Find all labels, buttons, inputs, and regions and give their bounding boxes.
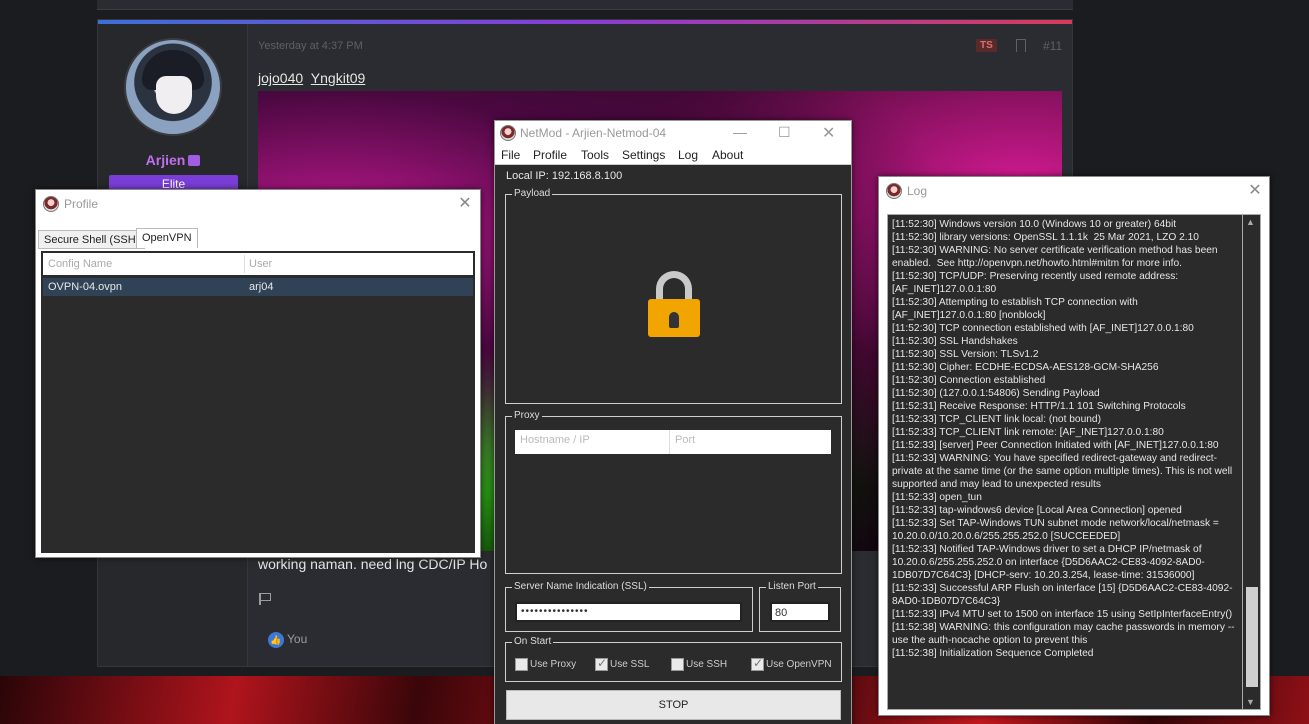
sni-label: Server Name Indication (SSL)	[512, 581, 649, 592]
column-header-user[interactable]: User	[249, 258, 272, 270]
log-titlebar[interactable]: Log ✕	[879, 177, 1269, 205]
menu-about[interactable]: About	[712, 148, 743, 162]
table-row[interactable]: OVPN-04.ovpn arj04	[43, 278, 473, 296]
post-number[interactable]: #11	[1043, 39, 1062, 53]
proxy-label: Proxy	[512, 410, 542, 421]
menu-log[interactable]: Log	[678, 148, 698, 162]
app-icon	[43, 196, 59, 212]
app-icon	[500, 125, 516, 141]
mention-link[interactable]: jojo040	[258, 70, 303, 86]
window-title: NetMod - Arjien-Netmod-04	[520, 126, 667, 140]
log-text: [11:52:30] Windows version 10.0 (Windows…	[892, 219, 1235, 659]
on-start-label: On Start	[512, 636, 554, 647]
post-body-text: working naman. need lng CDC/IP Ho	[258, 556, 488, 572]
listen-port-input[interactable]: 80	[770, 602, 830, 622]
lock-icon	[648, 271, 700, 337]
report-flag-icon[interactable]	[259, 593, 271, 605]
checkbox-label: Use SSH	[686, 659, 728, 670]
on-start-group: On Start Use Proxy Use SSL Use SSH Use O…	[505, 636, 842, 682]
payload-label: Payload	[512, 188, 553, 199]
menu-tools[interactable]: Tools	[581, 148, 609, 162]
menu-settings[interactable]: Settings	[622, 148, 665, 162]
menu-file[interactable]: File	[501, 148, 520, 162]
app-icon	[886, 183, 902, 199]
thread-starter-badge: TS	[976, 39, 997, 52]
scroll-down-icon[interactable]: ▼	[1246, 697, 1255, 707]
listen-port-label: Listen Port	[766, 581, 818, 592]
user-group-icon	[188, 155, 201, 166]
avatar[interactable]	[124, 38, 222, 136]
close-icon[interactable]: ✕	[456, 195, 474, 213]
checkbox-use-ssh[interactable]	[671, 658, 684, 671]
stop-button[interactable]: STOP	[506, 690, 841, 720]
payload-group[interactable]: Payload	[505, 188, 842, 404]
checkbox-label: Use OpenVPN	[766, 659, 832, 670]
window-title: Log	[907, 184, 928, 198]
scrollbar-thumb[interactable]	[1246, 587, 1258, 687]
bookmark-icon[interactable]	[1016, 39, 1026, 52]
local-ip-label: Local IP: 192.168.8.100	[506, 170, 623, 182]
forum-header-bar	[97, 0, 1073, 10]
close-icon[interactable]: ✕	[822, 123, 835, 143]
list-header: Config Name User	[43, 253, 473, 275]
lock-keyhole	[669, 312, 679, 328]
window-title: Profile	[64, 197, 99, 211]
log-window: Log ✕ [11:52:30] Windows version 10.0 (W…	[878, 176, 1270, 716]
username[interactable]: Arjien	[98, 152, 248, 168]
profile-window: Profile ✕ Secure Shell (SSH) OpenVPN Con…	[35, 189, 481, 558]
menu-bar: File Profile Tools Settings Log About	[495, 145, 851, 165]
mention-link[interactable]: Yngkit09	[311, 70, 365, 86]
post-mentions: jojo040 Yngkit09	[258, 70, 369, 86]
sni-group: Server Name Indication (SSL) •••••••••••…	[505, 581, 753, 632]
proxy-host-input[interactable]: Hostname / IP	[515, 430, 670, 454]
tab-ssh[interactable]: Secure Shell (SSH)	[38, 230, 146, 249]
sni-input[interactable]: •••••••••••••••	[515, 602, 742, 622]
maximize-icon[interactable]: ☐	[778, 124, 791, 141]
checkbox-use-ssl[interactable]	[595, 656, 608, 671]
netmod-titlebar[interactable]: NetMod - Arjien-Netmod-04 — ☐ ✕	[495, 121, 851, 145]
likes-list[interactable]: You	[287, 632, 307, 646]
log-scrollbar[interactable]: ▲ ▼	[1243, 214, 1261, 710]
post-timestamp[interactable]: Yesterday at 4:37 PM	[258, 40, 363, 52]
listen-port-group: Listen Port 80	[759, 581, 841, 632]
netmod-window: NetMod - Arjien-Netmod-04 — ☐ ✕ File Pro…	[494, 120, 852, 724]
scroll-up-icon[interactable]: ▲	[1246, 217, 1255, 227]
proxy-port-input[interactable]: Port	[670, 430, 831, 454]
profile-titlebar[interactable]: Profile ✕	[36, 190, 480, 218]
checkbox-label: Use Proxy	[530, 659, 577, 670]
tab-openvpn[interactable]: OpenVPN	[136, 228, 198, 248]
username-text: Arjien	[145, 152, 186, 168]
column-header-config-name[interactable]: Config Name	[48, 258, 112, 270]
profile-config-list[interactable]: Config Name User OVPN-04.ovpn arj04	[39, 249, 477, 555]
checkbox-label: Use SSL	[610, 659, 650, 670]
log-output[interactable]: [11:52:30] Windows version 10.0 (Windows…	[887, 214, 1243, 710]
config-name-cell: OVPN-04.ovpn	[48, 281, 122, 293]
checkbox-use-openvpn[interactable]	[751, 656, 764, 671]
close-icon[interactable]: ✕	[1246, 182, 1264, 200]
column-divider	[244, 255, 245, 273]
menu-profile[interactable]: Profile	[533, 148, 567, 162]
checkbox-use-proxy[interactable]	[515, 658, 528, 671]
minimize-icon[interactable]: —	[733, 124, 747, 140]
user-cell: arj04	[249, 281, 274, 293]
avatar-face	[156, 76, 192, 114]
like-icon: 👍	[268, 632, 284, 648]
proxy-group: Proxy Hostname / IP Port	[505, 410, 842, 574]
